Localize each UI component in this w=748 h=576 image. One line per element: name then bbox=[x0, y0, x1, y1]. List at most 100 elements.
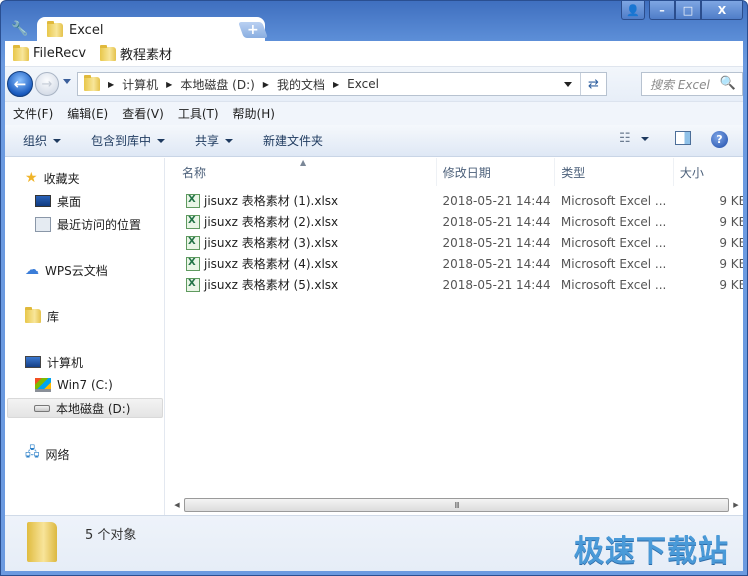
menu-file[interactable]: 文件(F) bbox=[13, 105, 53, 122]
menu-edit[interactable]: 编辑(E) bbox=[67, 105, 108, 122]
folder-icon bbox=[47, 21, 63, 37]
sidebar-recent-places[interactable]: 最近访问的位置 bbox=[35, 214, 141, 234]
command-bar: 组织 包含到库中 共享 新建文件夹 ☷ ? bbox=[5, 125, 743, 157]
folder-large-icon bbox=[27, 522, 57, 562]
excel-file-icon bbox=[186, 193, 200, 208]
history-dropdown[interactable] bbox=[63, 79, 71, 84]
scroll-track[interactable]: III bbox=[184, 498, 729, 512]
search-input[interactable]: 搜索 Excel 🔍 bbox=[641, 72, 743, 96]
sidebar-computer[interactable]: 计算机 bbox=[25, 352, 83, 372]
organize-button[interactable]: 组织 bbox=[23, 132, 62, 149]
cloud-icon: ☁ bbox=[25, 262, 39, 278]
scroll-right-button[interactable]: ▶ bbox=[729, 498, 743, 512]
help-icon: ? bbox=[711, 131, 728, 148]
user-button[interactable]: 👤 bbox=[621, 1, 645, 20]
preview-pane-button[interactable] bbox=[675, 131, 691, 145]
file-row[interactable]: jisuxz 表格素材 (4).xlsx 2018-05-21 14:44 Mi… bbox=[166, 253, 743, 274]
menu-help[interactable]: 帮助(H) bbox=[233, 105, 275, 122]
excel-file-icon bbox=[186, 256, 200, 271]
column-size[interactable]: 大小 bbox=[674, 158, 743, 186]
arrow-right-icon: → bbox=[41, 76, 53, 92]
chevron-right-icon[interactable]: ▶ bbox=[333, 80, 339, 89]
include-in-library-button[interactable]: 包含到库中 bbox=[91, 132, 166, 149]
breadcrumb: ▶ 计算机 ▶ 本地磁盘 (D:) ▶ 我的文档 ▶ Excel bbox=[100, 76, 379, 93]
caret-down-icon bbox=[157, 138, 166, 143]
arrow-left-icon: ← bbox=[13, 75, 27, 93]
caret-down-icon bbox=[225, 138, 234, 143]
refresh-icon[interactable]: ⇄ bbox=[580, 73, 606, 95]
tab-excel[interactable]: Excel × bbox=[37, 17, 265, 43]
tab-title: Excel bbox=[69, 22, 104, 38]
sidebar-libraries[interactable]: 库 bbox=[25, 306, 59, 326]
scroll-thumb[interactable]: III bbox=[184, 498, 729, 512]
chevron-right-icon[interactable]: ▶ bbox=[108, 80, 114, 89]
excel-file-icon bbox=[186, 214, 200, 229]
wrench-icon[interactable]: 🔧 bbox=[11, 21, 28, 37]
breadcrumb-my-documents[interactable]: 我的文档 bbox=[277, 76, 325, 93]
column-name[interactable]: 名称 ▲ bbox=[166, 158, 437, 186]
chevron-right-icon[interactable]: ▶ bbox=[166, 80, 172, 89]
sidebar-drive-d[interactable]: 本地磁盘 (D:) bbox=[7, 398, 163, 418]
file-row[interactable]: jisuxz 表格素材 (1).xlsx 2018-05-21 14:44 Mi… bbox=[166, 190, 743, 211]
favorite-tutorial-materials[interactable]: 教程素材 bbox=[100, 44, 172, 63]
column-headers: 名称 ▲ 修改日期 类型 大小 bbox=[166, 158, 743, 186]
preview-pane-icon bbox=[675, 131, 691, 145]
excel-file-icon bbox=[186, 277, 200, 292]
item-count: 5 个对象 bbox=[85, 528, 137, 543]
file-row[interactable]: jisuxz 表格素材 (3).xlsx 2018-05-21 14:44 Mi… bbox=[166, 232, 743, 253]
computer-icon bbox=[25, 356, 41, 368]
sidebar-wps-cloud[interactable]: ☁ WPS云文档 bbox=[25, 260, 108, 280]
folder-icon bbox=[84, 75, 100, 91]
drive-icon bbox=[34, 404, 50, 412]
details-view-icon: ☷ bbox=[619, 131, 631, 146]
sidebar-network[interactable]: 🖧 网络 bbox=[25, 444, 70, 464]
windows-drive-icon bbox=[35, 378, 51, 392]
file-row[interactable]: jisuxz 表格素材 (2).xlsx 2018-05-21 14:44 Mi… bbox=[166, 211, 743, 232]
scroll-left-button[interactable]: ◀ bbox=[170, 498, 184, 512]
menu-bar: 文件(F) 编辑(E) 查看(V) 工具(T) 帮助(H) bbox=[5, 101, 743, 125]
recent-places-icon bbox=[35, 216, 51, 232]
file-list: 名称▲ 修改日期 类型 大小 jisuxz 表格素材 (1).xlsx 2018… bbox=[166, 158, 743, 515]
close-button[interactable]: X bbox=[701, 1, 743, 20]
window-controls: 👤 – □ X bbox=[621, 1, 743, 20]
chevron-right-icon[interactable]: ▶ bbox=[263, 80, 269, 89]
details-pane: 5 个对象 极速下载站 bbox=[5, 515, 743, 571]
watermark: 极速下载站 bbox=[574, 534, 729, 569]
view-options-button[interactable]: ☷ bbox=[619, 131, 649, 146]
explorer-window: 👤 – □ X 🔧 Excel × + FileRecv 教程素材 ← → bbox=[0, 0, 748, 576]
sidebar-desktop[interactable]: 桌面 bbox=[35, 191, 81, 211]
horizontal-scrollbar[interactable]: ◀ III ▶ bbox=[170, 497, 743, 513]
help-button[interactable]: ? bbox=[711, 131, 728, 148]
excel-file-icon bbox=[186, 235, 200, 250]
new-folder-button[interactable]: 新建文件夹 bbox=[263, 132, 323, 149]
favorites-bar: FileRecv 教程素材 bbox=[5, 41, 743, 67]
search-icon[interactable]: 🔍 bbox=[720, 76, 736, 91]
folder-icon bbox=[13, 44, 29, 61]
star-icon: ★ bbox=[25, 170, 38, 186]
column-modified[interactable]: 修改日期 bbox=[437, 158, 556, 186]
back-button[interactable]: ← bbox=[7, 71, 33, 97]
sort-ascending-icon: ▲ bbox=[300, 158, 307, 167]
favorite-filerecv[interactable]: FileRecv bbox=[13, 44, 86, 61]
user-icon: 👤 bbox=[626, 3, 640, 17]
file-row[interactable]: jisuxz 表格素材 (5).xlsx 2018-05-21 14:44 Mi… bbox=[166, 274, 743, 295]
forward-button[interactable]: → bbox=[35, 72, 59, 96]
share-button[interactable]: 共享 bbox=[195, 132, 234, 149]
caret-down-icon bbox=[640, 136, 649, 141]
minimize-button[interactable]: – bbox=[649, 1, 675, 20]
network-icon: 🖧 bbox=[25, 445, 40, 460]
sidebar-drive-c[interactable]: Win7 (C:) bbox=[35, 375, 113, 395]
menu-view[interactable]: 查看(V) bbox=[122, 105, 164, 122]
address-bar[interactable]: ▶ 计算机 ▶ 本地磁盘 (D:) ▶ 我的文档 ▶ Excel ⇄ bbox=[77, 72, 607, 96]
maximize-button[interactable]: □ bbox=[675, 1, 701, 20]
sidebar-favorites[interactable]: ★ 收藏夹 bbox=[25, 168, 80, 188]
folder-icon bbox=[100, 44, 117, 61]
explorer-body: FileRecv 教程素材 ← → ▶ 计算机 ▶ 本地磁盘 (D:) ▶ 我的… bbox=[5, 41, 743, 571]
column-type[interactable]: 类型 bbox=[555, 158, 674, 186]
breadcrumb-computer[interactable]: 计算机 bbox=[122, 76, 158, 93]
breadcrumb-excel[interactable]: Excel bbox=[347, 77, 379, 91]
address-dropdown-icon[interactable] bbox=[564, 82, 572, 87]
breadcrumb-local-disk-d[interactable]: 本地磁盘 (D:) bbox=[180, 76, 254, 93]
menu-tools[interactable]: 工具(T) bbox=[178, 105, 219, 122]
desktop-icon bbox=[35, 195, 51, 207]
